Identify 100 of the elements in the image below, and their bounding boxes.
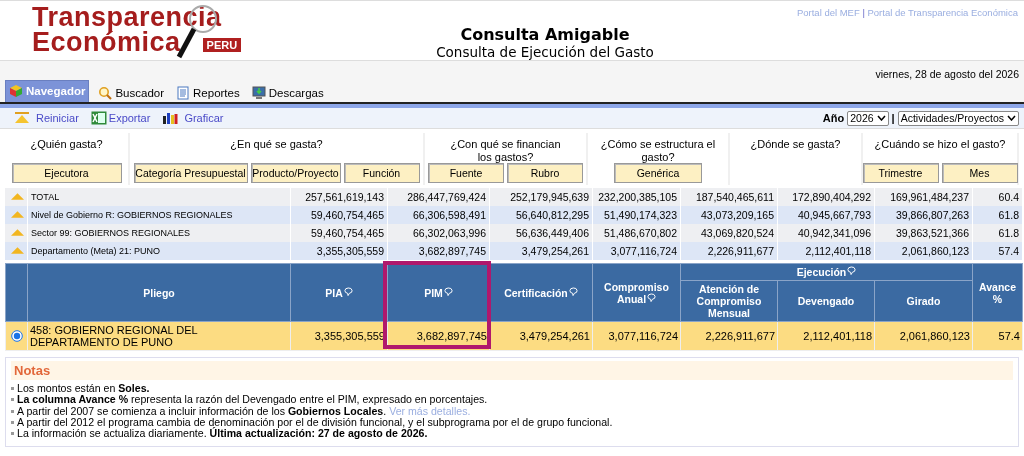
view-dropdown[interactable]: Actividades/Proyectos: [897, 110, 1019, 126]
table-cell: 60.4: [998, 191, 1019, 203]
table-cell: 232,200,385,105: [598, 191, 677, 203]
filter-button[interactable]: Función: [343, 163, 420, 183]
filter-question: ¿En qué se gasta?: [229, 137, 324, 151]
monitor-icon: [251, 86, 266, 100]
note-text: La información se actualiza diariamente. Última actualización: 27 de agosto de 2026.: [17, 428, 428, 440]
table-cell: 40,942,341,096: [798, 227, 871, 239]
row-label: Nivel de Gobierno R: GOBIERNOS REGIONALES: [31, 210, 233, 220]
table-cell: 2,226,911,677: [680, 321, 778, 351]
note-text: La columna Avance % representa la razón del Devengado entre el PIM, expresado en porcentajes.: [17, 394, 488, 406]
table-cell: 3,077,116,724: [610, 245, 677, 257]
nav-tab[interactable]: Descargas: [248, 84, 327, 102]
table-cell: 3,479,254,261: [521, 245, 589, 257]
nav-tab[interactable]: Buscador: [95, 84, 168, 102]
filter-button[interactable]: Mes: [941, 163, 1018, 183]
column-header[interactable]: Atención de Compromiso Mensual: [680, 280, 778, 322]
bar-chart-icon: [162, 111, 179, 125]
table-cell: 43,069,820,524: [701, 227, 774, 239]
chevron-icon: [876, 115, 886, 121]
info-bubble-icon[interactable]: [647, 292, 657, 302]
note-text: A partir del 2012 el programa cambia de denominación por el de división funcional, y el subprograma por el de grupo funcional.: [17, 416, 613, 429]
table-cell: 43,073,209,165: [701, 209, 774, 221]
filter-question: ¿Cuándo se hizo el gasto?: [873, 137, 1007, 151]
table-cell: 66,306,598,491: [413, 209, 486, 221]
filter-button[interactable]: Trimestre: [862, 163, 939, 183]
table-cell: 56,636,449,406: [516, 227, 589, 239]
toolbar-link[interactable]: Exportar: [90, 111, 151, 125]
year-dropdown[interactable]: 2026: [847, 110, 889, 126]
table-cell: 2,226,911,677: [707, 245, 774, 257]
table-cell: 51,486,670,802: [604, 227, 677, 239]
page-title: Consulta Amigable: [460, 25, 630, 44]
notes-title: Notas: [11, 361, 1013, 380]
column-header[interactable]: Pliego: [27, 263, 291, 322]
link-separator: |: [862, 7, 865, 18]
toolbar-link[interactable]: Graficar: [162, 111, 224, 125]
filter-button[interactable]: Rubro: [507, 163, 583, 183]
filter-question: ¿Con qué se financian los gastos?: [449, 137, 562, 163]
radio-button[interactable]: [10, 330, 23, 342]
filter-button[interactable]: Fuente: [428, 163, 504, 183]
table-cell: 2,061,860,123: [874, 321, 973, 351]
info-bubble-icon[interactable]: [343, 286, 353, 296]
table-cell: 59,460,754,465: [311, 209, 384, 221]
info-bubble-icon[interactable]: [568, 286, 578, 296]
table-cell: 39,863,521,366: [896, 227, 969, 239]
row-label: TOTAL: [31, 192, 60, 202]
search-icon: [98, 86, 113, 100]
info-bubble-icon[interactable]: [847, 266, 857, 275]
column-header[interactable]: PIA: [290, 263, 388, 322]
column-header[interactable]: Certificación: [489, 263, 593, 322]
toolbar-link[interactable]: Reiniciar: [14, 111, 79, 125]
note-text: Los montos están en Soles.: [17, 383, 150, 395]
table-cell: 3,682,897,745: [418, 245, 486, 257]
row-label: Departamento (Meta) 21: PUNO: [31, 246, 161, 256]
table-cell: 3,077,116,724: [592, 321, 681, 351]
table-cell: 3,355,305,559: [316, 245, 384, 257]
table-cell: 40,945,667,793: [798, 209, 871, 221]
table-cell: 172,890,404,292: [792, 191, 871, 203]
table-cell: 2,112,401,118: [777, 321, 875, 351]
table-cell: 39,866,807,263: [896, 209, 969, 221]
table-cell: 2,112,401,118: [805, 245, 871, 257]
table-cell: 57.4: [998, 245, 1019, 257]
table-cell: 66,302,063,996: [413, 227, 486, 239]
filter-question: ¿Quién gasta?: [29, 137, 104, 151]
filter-button[interactable]: Categoría Presupuestal: [133, 163, 248, 183]
table-cell: 3,479,254,261: [489, 321, 593, 351]
table-cell: 61.8: [998, 209, 1019, 221]
logo-text: Económica: [32, 30, 181, 55]
filter-button[interactable]: Genérica: [614, 163, 702, 183]
filter-button[interactable]: Producto/Proyecto: [250, 163, 341, 183]
table-cell: 56,640,812,295: [516, 209, 589, 221]
column-header[interactable]: Avance %: [972, 263, 1023, 322]
filter-button[interactable]: Ejecutora: [11, 163, 122, 183]
toolbar-separator: |: [891, 112, 895, 124]
table-cell: 59,460,754,465: [311, 227, 384, 239]
nav-tab[interactable]: Reportes: [173, 84, 243, 102]
info-bubble-icon[interactable]: [443, 286, 453, 296]
table-cell: 51,490,174,323: [604, 209, 677, 221]
column-header[interactable]: Ejecución: [680, 263, 973, 281]
logo-badge: PERU: [202, 38, 242, 52]
cube-icon: [9, 84, 23, 98]
row-label: Sector 99: GOBIERNOS REGIONALES: [31, 228, 191, 238]
table-cell: 252,179,945,639: [510, 191, 589, 203]
column-header[interactable]: Devengado: [777, 280, 875, 322]
filter-question: ¿Cómo se estructura el gasto?: [600, 137, 716, 163]
table-cell: 257,561,619,143: [305, 191, 384, 203]
note-text: A partir del 2007 se comienza a incluir información de los Gobiernos Locales. Ver más detalles.: [17, 405, 471, 417]
column-header[interactable]: Compromiso Anual: [592, 263, 681, 322]
chevron-icon: [1007, 115, 1016, 121]
column-header[interactable]: Girado: [874, 280, 973, 322]
date-text: viernes, 28 de agosto del 2026: [875, 68, 1019, 80]
year-label: Año: [822, 112, 845, 124]
table-cell: 2,061,860,123: [901, 245, 969, 257]
table-cell: 458: GOBIERNO REGIONAL DEL DEPARTAMENTO DE PUNO: [27, 321, 291, 351]
filter-question: ¿Dónde se gasta?: [749, 137, 842, 151]
table-cell: 286,447,769,424: [407, 191, 486, 203]
page-subtitle: Consulta de Ejecución del Gasto: [436, 44, 654, 60]
column-header[interactable]: PIM: [387, 263, 490, 322]
table-cell: 169,961,484,237: [890, 191, 969, 203]
collapse-icon: [14, 111, 30, 125]
